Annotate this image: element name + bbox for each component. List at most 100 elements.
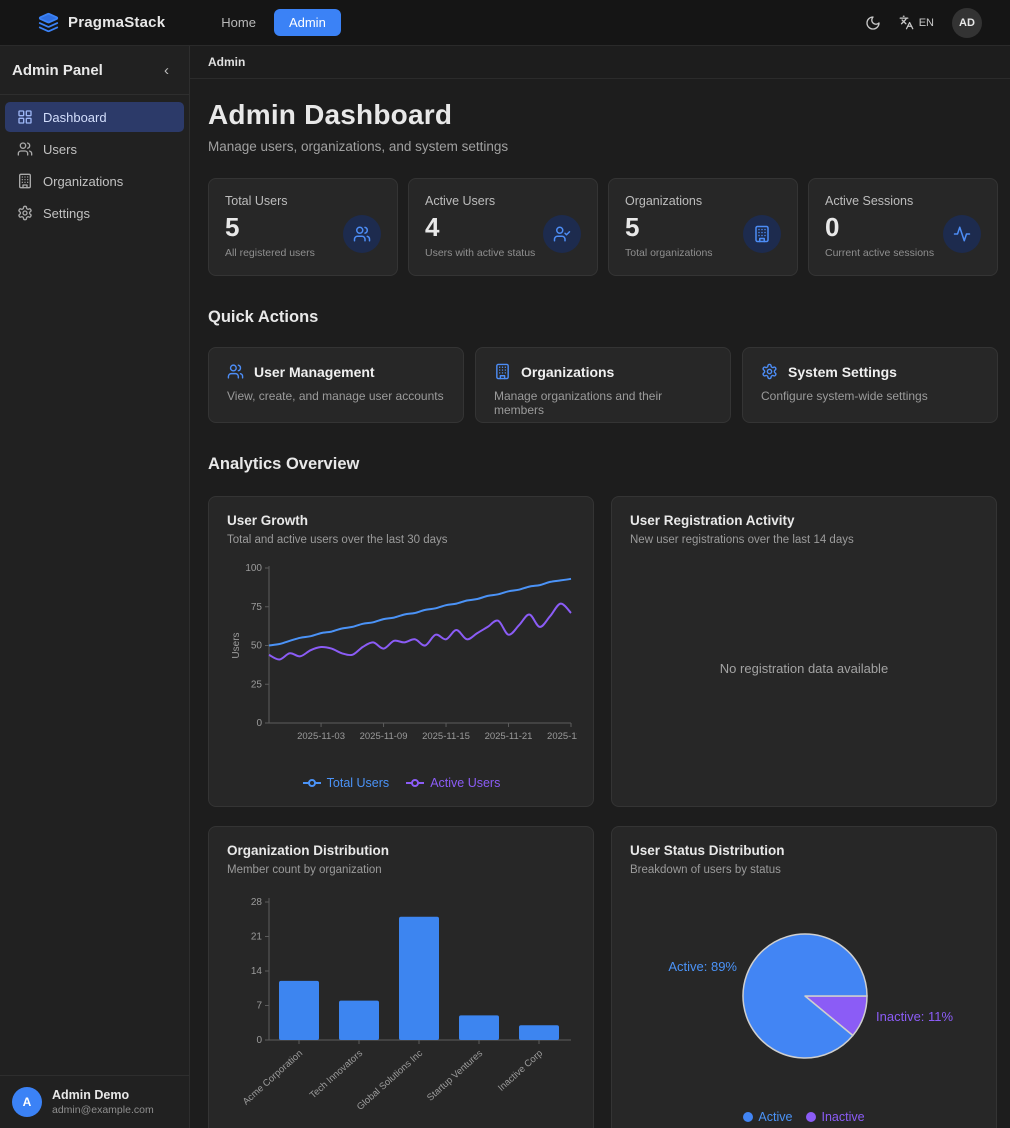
card-subtitle: Total and active users over the last 30 … [227, 534, 575, 546]
user-growth-chart: 02550751002025-11-032025-11-092025-11-15… [227, 560, 575, 770]
admin-sidebar: Admin Panel ‹ Dashboard [0, 46, 190, 1128]
card-subtitle: Breakdown of users by status [630, 864, 978, 876]
empty-state: No registration data available [630, 546, 978, 790]
theme-toggle-button[interactable] [865, 15, 881, 31]
top-navbar: PragmaStack Home Admin EN AD [0, 0, 1010, 46]
main-area: Admin Admin Dashboard Manage users, orga… [190, 46, 1010, 1128]
svg-text:Inactive Corp: Inactive Corp [496, 1048, 545, 1094]
analytics-heading: Analytics Overview [208, 455, 998, 474]
stat-card-active-sessions: Active Sessions 0 Current active session… [808, 178, 998, 276]
line-marker-icon [302, 778, 322, 788]
legend-item-inactive[interactable]: Inactive [806, 1110, 864, 1124]
nav-link-admin[interactable]: Admin [274, 9, 341, 36]
brand[interactable]: PragmaStack [38, 12, 165, 33]
action-title: User Management [254, 364, 375, 380]
legend-item-active-users[interactable]: Active Users [405, 776, 500, 790]
quick-actions-heading: Quick Actions [208, 308, 998, 327]
stat-card-active-users: Active Users 4 Users with active status [408, 178, 598, 276]
quick-actions-row: User Management View, create, and manage… [208, 347, 998, 423]
stat-label: Active Sessions [825, 194, 981, 208]
svg-text:2025-11-27: 2025-11-27 [547, 731, 577, 742]
activity-icon [943, 215, 981, 253]
action-desc: Manage organizations and their members [494, 389, 712, 417]
pie-legend: Active Inactive [630, 1110, 978, 1124]
svg-text:2025-11-15: 2025-11-15 [422, 731, 470, 742]
language-label: EN [919, 17, 934, 29]
breadcrumb-bar: Admin [190, 46, 1010, 79]
registration-activity-card: User Registration Activity New user regi… [611, 496, 997, 807]
legend-item-active[interactable]: Active [743, 1110, 792, 1124]
stat-label: Active Users [425, 194, 581, 208]
page-title: Admin Dashboard [208, 99, 998, 131]
nav-link-home[interactable]: Home [213, 9, 264, 36]
svg-text:2025-11-03: 2025-11-03 [297, 731, 345, 742]
sidebar-item-label: Organizations [43, 174, 123, 189]
user-growth-card: User Growth Total and active users over … [208, 496, 594, 807]
stat-card-total-users: Total Users 5 All registered users [208, 178, 398, 276]
svg-text:Global Solutions Inc: Global Solutions Inc [355, 1048, 425, 1113]
user-email: admin@example.com [52, 1104, 154, 1116]
sidebar-item-users[interactable]: Users [5, 134, 184, 164]
gear-icon [17, 205, 33, 221]
page-subtitle: Manage users, organizations, and system … [208, 139, 998, 154]
nav-links: Home Admin [213, 9, 341, 36]
stat-label: Total Users [225, 194, 381, 208]
navbar-right: EN AD [865, 8, 982, 38]
legend-label: Inactive [821, 1110, 864, 1124]
card-title: User Growth [227, 513, 575, 528]
action-card-organizations[interactable]: Organizations Manage organizations and t… [475, 347, 731, 423]
sidebar-item-label: Users [43, 142, 77, 157]
svg-text:Acme Corporation: Acme Corporation [241, 1048, 305, 1107]
svg-text:Tech Innovators: Tech Innovators [308, 1048, 365, 1101]
svg-text:Startup Ventures: Startup Ventures [425, 1048, 485, 1104]
user-avatar: A [12, 1087, 42, 1117]
dot-icon [743, 1112, 753, 1122]
user-check-icon [543, 215, 581, 253]
language-switcher-button[interactable]: EN [899, 15, 934, 30]
brand-name: PragmaStack [68, 14, 165, 31]
action-title: System Settings [788, 364, 897, 380]
empty-message: No registration data available [720, 661, 888, 676]
legend-label: Active [758, 1110, 792, 1124]
action-title: Organizations [521, 364, 614, 380]
analytics-grid: User Growth Total and active users over … [208, 496, 998, 1128]
users-icon [343, 215, 381, 253]
user-status-chart: Active: 89%Inactive: 11% [630, 890, 978, 1110]
user-menu-avatar[interactable]: AD [952, 8, 982, 38]
breadcrumb[interactable]: Admin [208, 55, 245, 69]
svg-text:Users: Users [231, 632, 242, 658]
action-desc: View, create, and manage user accounts [227, 389, 445, 403]
dot-icon [806, 1112, 816, 1122]
svg-text:Inactive: 11%: Inactive: 11% [876, 1009, 954, 1024]
svg-text:28: 28 [251, 897, 263, 908]
user-name: Admin Demo [52, 1088, 154, 1102]
sidebar-header: Admin Panel ‹ [0, 46, 189, 95]
sidebar-collapse-button[interactable]: ‹ [158, 62, 175, 79]
line-marker-icon [405, 778, 425, 788]
sidebar-item-dashboard[interactable]: Dashboard [5, 102, 184, 132]
sidebar-user[interactable]: A Admin Demo admin@example.com [0, 1075, 189, 1128]
card-title: User Status Distribution [630, 843, 978, 858]
org-distribution-chart: 07142128Acme CorporationTech InnovatorsG… [227, 890, 575, 1120]
sidebar-item-organizations[interactable]: Organizations [5, 166, 184, 196]
svg-text:75: 75 [251, 602, 263, 613]
gear-icon [761, 363, 778, 380]
svg-text:2025-11-09: 2025-11-09 [360, 731, 408, 742]
legend-item-total-users[interactable]: Total Users [302, 776, 390, 790]
org-distribution-card: Organization Distribution Member count b… [208, 826, 594, 1128]
action-card-system-settings[interactable]: System Settings Configure system-wide se… [742, 347, 998, 423]
legend-label: Total Users [327, 776, 390, 790]
sidebar-title: Admin Panel [12, 62, 103, 79]
page-content: Admin Dashboard Manage users, organizati… [190, 79, 1010, 1128]
sidebar-nav: Dashboard Users Organiza [0, 95, 189, 235]
action-card-user-management[interactable]: User Management View, create, and manage… [208, 347, 464, 423]
sidebar-item-settings[interactable]: Settings [5, 198, 184, 228]
action-desc: Configure system-wide settings [761, 389, 979, 403]
svg-text:0: 0 [256, 1035, 262, 1046]
card-subtitle: Member count by organization [227, 864, 575, 876]
stat-label: Organizations [625, 194, 781, 208]
svg-text:0: 0 [256, 718, 262, 729]
building-icon [494, 363, 511, 380]
svg-text:7: 7 [256, 1001, 262, 1012]
stat-card-organizations: Organizations 5 Total organizations [608, 178, 798, 276]
